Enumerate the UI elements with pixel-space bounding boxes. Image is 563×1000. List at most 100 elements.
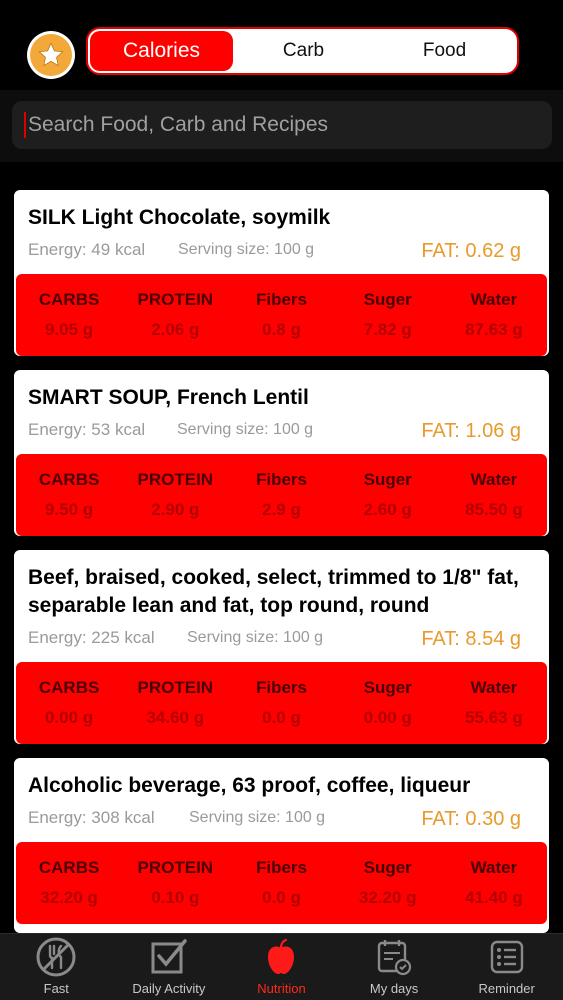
calendar-icon <box>377 940 412 976</box>
food-energy: Energy: 53 kcal <box>28 420 146 439</box>
food-serving-size: Serving size: 100 g <box>177 421 314 438</box>
tab-daily-activity[interactable]: Daily Activity <box>113 934 226 1000</box>
bottom-tab-bar: Fast Daily Activity Nutrition My days Re… <box>0 933 563 1000</box>
star-icon <box>38 42 64 67</box>
nutrient-value: 0.10 g <box>151 888 200 907</box>
nutrient-value: 9.50 g <box>45 500 94 519</box>
fast-icon <box>36 937 76 977</box>
nutrient-label: Fibers <box>255 470 308 489</box>
tab-label: My days <box>369 981 419 996</box>
nutrient-label: Water <box>470 290 518 309</box>
nutrient-fibers: Fibers 0.8 g <box>228 274 334 356</box>
nutrient-label: PROTEIN <box>137 858 214 877</box>
category-segmented-control: Calories Carb Food <box>86 27 519 75</box>
nutrient-value: 9.05 g <box>45 320 94 339</box>
food-fat: FAT: 0.62 g <box>421 240 521 262</box>
tab-my-days[interactable]: My days <box>338 934 451 1000</box>
text-caret <box>24 112 26 138</box>
nutrient-sugar: Suger 32.20 g <box>335 842 441 924</box>
nutrient-value: 2.60 g <box>363 500 412 519</box>
nutrient-water: Water 85.50 g <box>441 454 547 536</box>
food-card[interactable]: Alcoholic beverage, 63 proof, coffee, li… <box>14 758 549 933</box>
nutrient-label: Water <box>470 678 518 697</box>
nutrient-value: 34.60 g <box>146 708 205 727</box>
nutrient-protein: PROTEIN 2.90 g <box>122 454 228 536</box>
nutrient-label: CARBS <box>38 470 100 489</box>
tab-label: Reminder <box>478 981 535 996</box>
nutrient-panel: CARBS 9.50 g PROTEIN 2.90 g Fibers 2.9 g Su… <box>16 454 547 536</box>
nutrient-label: CARBS <box>38 678 100 697</box>
nutrient-carbs: CARBS 0.00 g <box>16 662 122 744</box>
nutrient-protein: PROTEIN 34.60 g <box>122 662 228 744</box>
nutrient-value: 32.20 g <box>40 888 98 907</box>
food-serving-size: Serving size: 100 g <box>189 809 326 826</box>
tab-nutrition[interactable]: Nutrition <box>225 934 338 1000</box>
food-list[interactable]: SILK Light Chocolate, soymilk Energy: 49… <box>0 162 563 933</box>
nutrient-label: Suger <box>363 290 412 309</box>
nutrient-panel: CARBS 9.05 g PROTEIN 2.06 g Fibers 0.8 g Su… <box>16 274 547 356</box>
tab-carb[interactable]: Carb <box>233 31 374 71</box>
tab-reminder[interactable]: Reminder <box>450 934 563 1000</box>
food-fat: FAT: 0.30 g <box>421 808 521 830</box>
food-name: SMART SOUP, French Lentil <box>28 386 309 409</box>
nutrient-label: CARBS <box>38 290 100 309</box>
nutrient-label: Fibers <box>255 858 308 877</box>
search-box[interactable] <box>12 101 552 149</box>
tab-calories[interactable]: Calories <box>90 31 233 71</box>
nutrient-label: PROTEIN <box>137 678 214 697</box>
nutrient-value: 0.0 g <box>262 888 301 907</box>
nutrient-value: 0.8 g <box>262 320 301 339</box>
food-fat: FAT: 8.54 g <box>421 628 521 650</box>
nutrient-label: Fibers <box>255 290 308 309</box>
nutrient-value: 87.63 g <box>465 320 523 339</box>
food-name: Beef, braised, cooked, select, trimmed t… <box>28 566 519 617</box>
nutrient-label: Suger <box>363 858 412 877</box>
nutrient-value: 2.06 g <box>151 320 200 339</box>
nutrient-label: PROTEIN <box>137 290 214 309</box>
favorites-button[interactable] <box>27 31 75 79</box>
search-area <box>0 90 563 162</box>
nutrient-value: 41.40 g <box>465 888 523 907</box>
tab-label: Nutrition <box>257 981 306 996</box>
tab-label: Fast <box>43 981 69 996</box>
nutrient-panel: CARBS 32.20 g PROTEIN 0.10 g Fibers 0.0 g S… <box>16 842 547 924</box>
checklist-icon <box>151 939 187 974</box>
nutrient-value: 2.90 g <box>151 500 200 519</box>
nutrient-value: 7.82 g <box>363 320 412 339</box>
nutrient-label: Suger <box>363 470 412 489</box>
nutrient-fibers: Fibers 2.9 g <box>228 454 334 536</box>
food-energy: Energy: 225 kcal <box>28 628 155 647</box>
nutrient-fibers: Fibers 0.0 g <box>228 662 334 744</box>
nutrient-carbs: CARBS 9.50 g <box>16 454 122 536</box>
food-serving-size: Serving size: 100 g <box>187 629 324 646</box>
nutrient-label: Fibers <box>255 678 308 697</box>
tab-food[interactable]: Food <box>374 31 515 71</box>
nutrient-value: 85.50 g <box>465 500 523 519</box>
nutrient-sugar: Suger 7.82 g <box>335 274 441 356</box>
food-card[interactable]: SMART SOUP, French Lentil Energy: 53 kca… <box>14 370 549 536</box>
nutrient-label: Water <box>470 858 518 877</box>
apple-icon <box>268 938 295 974</box>
nutrient-water: Water 87.63 g <box>441 274 547 356</box>
reminder-list-icon <box>490 940 523 974</box>
nutrient-water: Water 41.40 g <box>441 842 547 924</box>
nutrient-water: Water 55.63 g <box>441 662 547 744</box>
nutrient-carbs: CARBS 9.05 g <box>16 274 122 356</box>
tab-label: Daily Activity <box>132 981 206 996</box>
nutrient-value: 32.20 g <box>358 888 417 907</box>
nutrient-sugar: Suger 2.60 g <box>335 454 441 536</box>
nutrient-value: 0.0 g <box>262 708 301 727</box>
nutrient-protein: PROTEIN 0.10 g <box>122 842 228 924</box>
nutrient-panel: CARBS 0.00 g PROTEIN 34.60 g Fibers 0.0 g S… <box>16 662 547 744</box>
tab-fast[interactable]: Fast <box>0 934 113 1000</box>
nutrient-value: 55.63 g <box>465 708 523 727</box>
nutrient-protein: PROTEIN 2.06 g <box>122 274 228 356</box>
nutrient-value: 0.00 g <box>45 708 94 727</box>
nutrient-label: PROTEIN <box>137 470 214 489</box>
search-input[interactable] <box>28 113 508 137</box>
food-card[interactable]: SILK Light Chocolate, soymilk Energy: 49… <box>14 190 549 356</box>
nutrient-value: 0.00 g <box>363 708 412 727</box>
food-card[interactable]: Beef, braised, cooked, select, trimmed t… <box>14 550 549 744</box>
food-serving-size: Serving size: 100 g <box>178 241 315 258</box>
food-energy: Energy: 49 kcal <box>28 240 146 259</box>
